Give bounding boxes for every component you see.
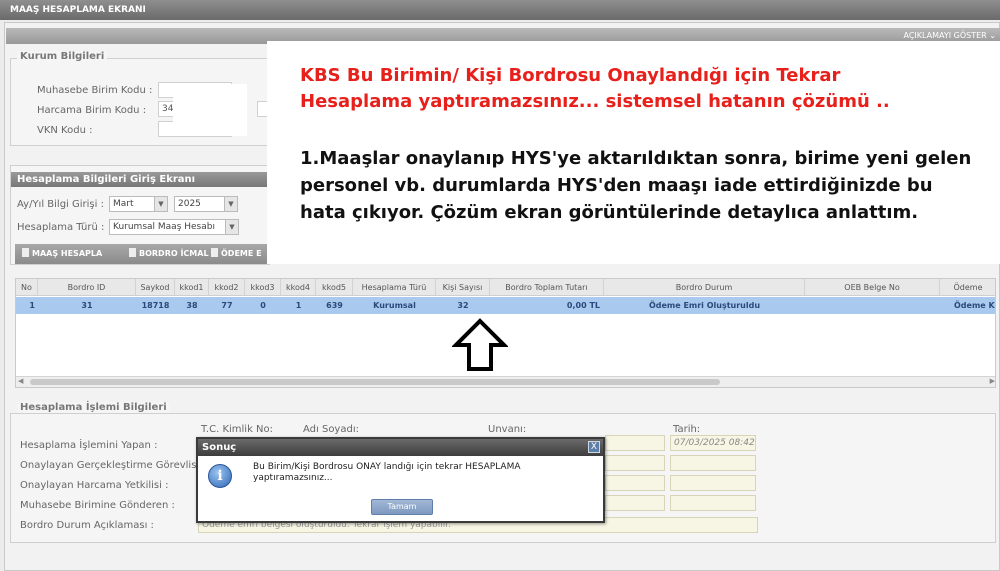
tur-select[interactable]: Kurumsal Maaş Hesabı ▼ — [109, 219, 239, 235]
grid-cell: 18718 — [141, 301, 170, 310]
grid-cell: 77 — [221, 301, 233, 310]
grid-cell: Ödeme Ki — [954, 301, 996, 310]
odeme-button[interactable]: ÖDEME E — [211, 247, 262, 261]
islem-row-label: Onaylayan Harcama Yetkilisi : — [20, 480, 169, 491]
horizontal-scrollbar[interactable]: ◀ ▶ — [16, 376, 995, 387]
grid-cell: 32 — [457, 301, 469, 310]
grid-cell: 1 — [29, 301, 35, 310]
grid-header[interactable]: Ödeme — [940, 279, 995, 296]
tarih-field — [670, 495, 756, 511]
tur-label: Hesaplama Türü : — [17, 222, 105, 233]
table-row[interactable]: 1 31 18718 38 77 0 1 639 Kurumsal 32 0,0… — [16, 297, 996, 314]
info-icon: i — [208, 464, 232, 488]
islem-row-label: Hesaplama İşlemini Yapan : — [20, 440, 158, 451]
kurum-legend: Kurum Bilgileri — [17, 51, 108, 62]
unvan-field — [605, 475, 665, 491]
tarih-field: 07/03/2025 08:42 — [670, 435, 756, 451]
grid-header[interactable]: Hesaplama Türü — [353, 279, 436, 296]
result-dialog: Sonuç X i Bu Birim/Kişi Bordrosu ONAY la… — [196, 437, 605, 523]
chevron-down-icon: ▼ — [154, 197, 167, 211]
grid-header[interactable]: Bordro Durum — [604, 279, 805, 296]
chevron-down-icon: ⌄ — [989, 31, 996, 40]
unvan-field — [605, 455, 665, 471]
muhasebe-label: Muhasebe Birim Kodu : — [37, 85, 153, 96]
up-arrow-icon — [452, 318, 508, 371]
grid-header[interactable]: Bordro Toplam Tutarı — [490, 279, 604, 296]
grid-cell: 31 — [81, 301, 93, 310]
tarih-field — [670, 455, 756, 471]
ay-select[interactable]: Mart ▼ — [109, 196, 168, 212]
note-body: 1.Maaşlar onaylanıp HYS'ye aktarıldıktan… — [300, 148, 972, 223]
document-icon — [211, 248, 218, 257]
redaction-box — [173, 84, 247, 136]
unvan-label: Unvanı: — [488, 424, 527, 435]
grid-cell: 0 — [260, 301, 266, 310]
ay-yil-label: Ay/Yıl Bilgi Girişi : — [17, 199, 104, 210]
window-title: MAAŞ HESAPLAMA EKRANI — [0, 0, 1000, 20]
grid-cell: Ödeme Emri Oluşturuldu — [648, 301, 761, 310]
dialog-message: Bu Birim/Kişi Bordrosu ONAY landığı için… — [253, 462, 521, 483]
hesap-giris-header: Hesaplama Bilgileri Giriş Ekranı — [11, 172, 268, 187]
grid-header[interactable]: Bordro ID — [38, 279, 136, 296]
note-title-line2: Hesaplama yaptıramazsınız... sistemsel h… — [300, 91, 890, 112]
chevron-down-icon: ▼ — [224, 197, 237, 211]
bordro-icmal-label: BORDRO İCMAL — [139, 249, 209, 258]
close-icon[interactable]: X — [588, 441, 600, 453]
scroll-thumb[interactable] — [30, 379, 720, 385]
document-icon — [129, 248, 136, 257]
islem-legend: Hesaplama İşlemi Bilgileri — [17, 402, 170, 413]
grid-header[interactable]: kkod5 — [316, 279, 353, 296]
islem-row-label: Bordro Durum Açıklaması : — [20, 520, 154, 531]
grid-header[interactable]: kkod2 — [209, 279, 245, 296]
note-title-line1: KBS Bu Birimin/ Kişi Bordrosu Onaylandığ… — [300, 65, 841, 86]
tc-label: T.C. Kimlik No: — [201, 424, 274, 435]
calculator-icon — [22, 248, 29, 257]
grid-header[interactable]: OEB Belge No — [805, 279, 940, 296]
note-title: KBS Bu Birimin/ Kişi Bordrosu Onaylandığ… — [300, 63, 890, 115]
grid-cell: 0,00 TL — [566, 301, 600, 310]
ok-button[interactable]: Tamam — [371, 499, 433, 515]
islem-row-label: Muhasebe Birimine Gönderen : — [20, 500, 175, 511]
tarih-label: Tarih: — [673, 424, 701, 435]
grid-cell: 1 — [295, 301, 302, 310]
grid-header[interactable]: Saykod — [136, 279, 175, 296]
maas-hesapla-label: MAAŞ HESAPLA — [32, 249, 103, 258]
ad-label: Adı Soyadı: — [303, 424, 359, 435]
yil-value: 2025 — [178, 199, 201, 209]
dialog-title: Sonuç — [198, 439, 603, 456]
grid-header[interactable]: kkod3 — [245, 279, 281, 296]
chevron-down-icon: ▼ — [225, 220, 238, 234]
grid-cell: Kurumsal — [373, 301, 416, 310]
annotation-note: KBS Bu Birimin/ Kişi Bordrosu Onaylandığ… — [267, 41, 1000, 264]
tur-value: Kurumsal Maaş Hesabı — [113, 222, 215, 232]
action-toolbar: MAAŞ HESAPLA BORDRO İCMAL ÖDEME E — [15, 244, 267, 264]
scroll-right-icon[interactable]: ▶ — [990, 377, 995, 385]
islem-row-label: Onaylayan Gerçekleştirme Görevlisi : — [20, 460, 206, 471]
unvan-field — [605, 495, 665, 511]
ay-value: Mart — [113, 199, 134, 209]
grid-cell: 38 — [186, 301, 198, 310]
maas-hesapla-button[interactable]: MAAŞ HESAPLA — [22, 247, 102, 261]
harcama-label: Harcama Birim Kodu : — [37, 105, 147, 116]
odeme-label: ÖDEME E — [221, 249, 262, 258]
grid-header[interactable]: kkod1 — [175, 279, 209, 296]
tarih-field — [670, 475, 756, 491]
grid-header[interactable]: Kişi Sayısı — [436, 279, 490, 296]
show-description-label: AÇIKLAMAYI GÖSTER — [903, 31, 987, 40]
grid-cell — [805, 297, 940, 314]
unvan-field — [605, 435, 665, 451]
grid-header[interactable]: No — [16, 279, 38, 296]
grid-header[interactable]: kkod4 — [281, 279, 316, 296]
vkn-label: VKN Kodu : — [37, 125, 93, 136]
scroll-left-icon[interactable]: ◀ — [18, 377, 23, 385]
yil-select[interactable]: 2025 ▼ — [174, 196, 238, 212]
grid-cell: 639 — [326, 301, 343, 310]
bordro-icmal-button[interactable]: BORDRO İCMAL — [129, 247, 209, 261]
